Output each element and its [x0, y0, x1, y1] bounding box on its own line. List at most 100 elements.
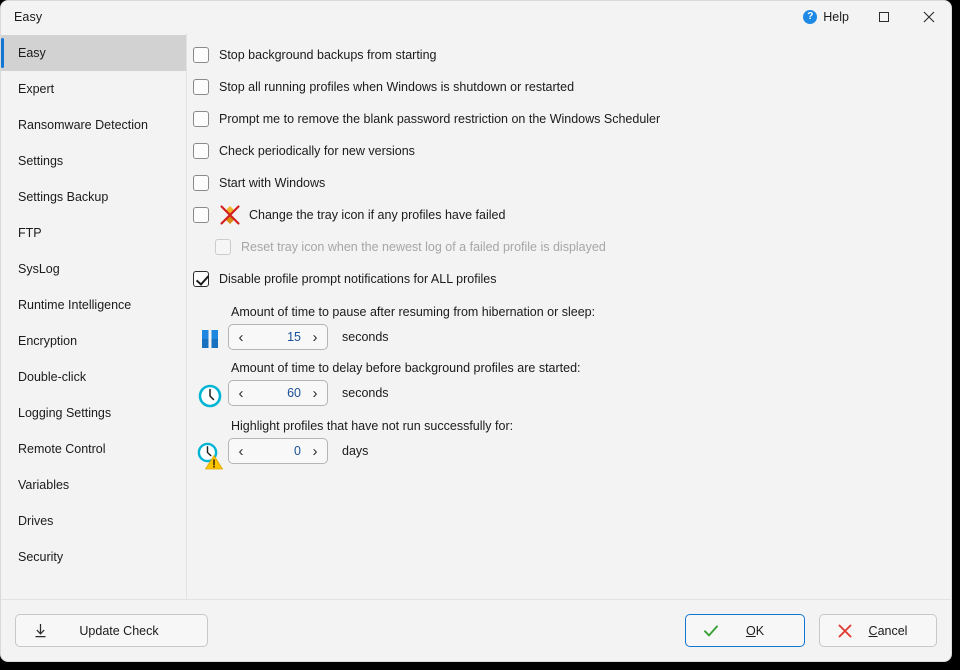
spinner-decrement-chevron-left-icon[interactable]: ‹ [229, 325, 253, 349]
ok-button[interactable]: OK [685, 614, 805, 647]
sidebar-item-label: Settings Backup [18, 190, 108, 204]
main-content: Stop background backups from starting Sto… [187, 33, 951, 599]
checkbox-label: Stop background backups from starting [219, 48, 436, 62]
spinner-unit-label: seconds [342, 386, 389, 400]
sidebar-item-drives[interactable]: Drives [1, 503, 186, 539]
spinner-list: Amount of time to pause after resuming f… [187, 305, 951, 471]
sidebar-item-ransomware-detection[interactable]: Ransomware Detection [1, 107, 186, 143]
help-label: Help [823, 10, 849, 24]
checkbox-input [215, 239, 231, 255]
checkbox-label: Disable profile prompt notifications for… [219, 272, 496, 286]
sidebar-item-label: FTP [18, 226, 42, 240]
checkbox-input[interactable] [193, 47, 209, 63]
spinner-value[interactable]: 15 [253, 330, 303, 344]
spinner-body: Amount of time to delay before backgroun… [228, 361, 581, 406]
spinner-body: Highlight profiles that have not run suc… [228, 419, 513, 464]
checkbox-row[interactable]: Disable profile prompt notifications for… [187, 263, 951, 295]
checkbox-label: Reset tray icon when the newest log of a… [241, 240, 606, 254]
spinner-line: ‹15› seconds [228, 324, 595, 350]
spinner-increment-chevron-right-icon[interactable]: › [303, 381, 327, 405]
sidebar-item-label: Security [18, 550, 63, 564]
failed-tray-icon [219, 204, 241, 226]
sidebar-item-label: Settings [18, 154, 63, 168]
spinner-increment-chevron-right-icon[interactable]: › [303, 439, 327, 463]
sidebar-item-logging-settings[interactable]: Logging Settings [1, 395, 186, 431]
number-spinner[interactable]: ‹15› [228, 324, 328, 350]
checkbox-row[interactable]: Prompt me to remove the blank password r… [187, 103, 951, 135]
clock-warning-icon [192, 419, 228, 471]
checkbox-row[interactable]: Check periodically for new versions [187, 135, 951, 167]
checkbox-input[interactable] [193, 79, 209, 95]
sidebar-item-security[interactable]: Security [1, 539, 186, 575]
sidebar-item-label: Runtime Intelligence [18, 298, 131, 312]
checkbox-label: Prompt me to remove the blank password r… [219, 112, 660, 126]
spinner-group: Highlight profiles that have not run suc… [187, 419, 951, 471]
clock-icon [197, 383, 223, 409]
ok-label-rest: K [756, 624, 764, 638]
cancel-button[interactable]: Cancel [819, 614, 937, 647]
cancel-label-mnemonic: C [869, 624, 878, 638]
sidebar-item-encryption[interactable]: Encryption [1, 323, 186, 359]
sidebar-item-double-click[interactable]: Double-click [1, 359, 186, 395]
checkbox-label: Check periodically for new versions [219, 144, 415, 158]
update-check-button[interactable]: Update Check [15, 614, 208, 647]
spinner-caption: Highlight profiles that have not run suc… [228, 419, 513, 433]
clock-icon [192, 361, 228, 409]
spinner-increment-chevron-right-icon[interactable]: › [303, 325, 327, 349]
checkbox-row: Reset tray icon when the newest log of a… [187, 231, 951, 263]
sidebar-item-easy[interactable]: Easy [1, 35, 186, 71]
sidebar-item-settings[interactable]: Settings [1, 143, 186, 179]
checkbox-row[interactable]: Start with Windows [187, 167, 951, 199]
spinner-decrement-chevron-left-icon[interactable]: ‹ [229, 381, 253, 405]
sidebar-item-label: Encryption [18, 334, 77, 348]
maximize-button[interactable] [861, 1, 906, 33]
checkbox-label: Start with Windows [219, 176, 325, 190]
checkbox-row[interactable]: Stop background backups from starting [187, 39, 951, 71]
spinner-line: ‹60› seconds [228, 380, 581, 406]
sidebar-item-label: Ransomware Detection [18, 118, 148, 132]
window-body: Easy Expert Ransomware Detection Settings Se… [1, 33, 951, 599]
checkbox-input[interactable] [193, 175, 209, 191]
sidebar-item-syslog[interactable]: SysLog [1, 251, 186, 287]
spinner-group: Amount of time to delay before backgroun… [187, 361, 951, 409]
sidebar-item-label: Logging Settings [18, 406, 111, 420]
checkbox-row[interactable]: Change the tray icon if any profiles hav… [187, 199, 951, 231]
spinner-decrement-chevron-left-icon[interactable]: ‹ [229, 439, 253, 463]
checkbox-input[interactable] [193, 207, 209, 223]
sidebar-item-settings-backup[interactable]: Settings Backup [1, 179, 186, 215]
sidebar-item-expert[interactable]: Expert [1, 71, 186, 107]
sidebar-item-ftp[interactable]: FTP [1, 215, 186, 251]
close-button[interactable] [906, 1, 951, 33]
sidebar-item-remote-control[interactable]: Remote Control [1, 431, 186, 467]
pause-icon [198, 327, 222, 351]
checkbox-list: Stop background backups from starting Sto… [187, 39, 951, 295]
close-icon [923, 11, 935, 23]
spinner-group: Amount of time to pause after resuming f… [187, 305, 951, 351]
spinner-unit-label: seconds [342, 330, 389, 344]
sidebar-item-label: Easy [18, 46, 46, 60]
help-button[interactable]: ? Help [791, 2, 861, 32]
number-spinner[interactable]: ‹0› [228, 438, 328, 464]
sidebar-item-variables[interactable]: Variables [1, 467, 186, 503]
sidebar-item-label: Expert [18, 82, 54, 96]
checkbox-input[interactable] [193, 111, 209, 127]
sidebar-item-label: Double-click [18, 370, 86, 384]
spinner-body: Amount of time to pause after resuming f… [228, 305, 595, 350]
checkbox-input[interactable] [193, 271, 209, 287]
spinner-caption: Amount of time to delay before backgroun… [228, 361, 581, 375]
window-title: Easy [1, 10, 42, 24]
spinner-value[interactable]: 60 [253, 386, 303, 400]
footer-bar: Update Check OK Cancel [1, 599, 951, 661]
checkbox-row[interactable]: Stop all running profiles when Windows i… [187, 71, 951, 103]
number-spinner[interactable]: ‹60› [228, 380, 328, 406]
update-check-label: Update Check [49, 624, 207, 638]
maximize-icon [879, 12, 889, 22]
cross-icon [836, 622, 854, 640]
sidebar-item-runtime-intelligence[interactable]: Runtime Intelligence [1, 287, 186, 323]
sidebar-item-label: Drives [18, 514, 53, 528]
checkbox-input[interactable] [193, 143, 209, 159]
spinner-value[interactable]: 0 [253, 444, 303, 458]
checkbox-label: Change the tray icon if any profiles hav… [249, 208, 505, 222]
sidebar-item-label: SysLog [18, 262, 60, 276]
title-bar: Easy ? Help [1, 1, 951, 33]
